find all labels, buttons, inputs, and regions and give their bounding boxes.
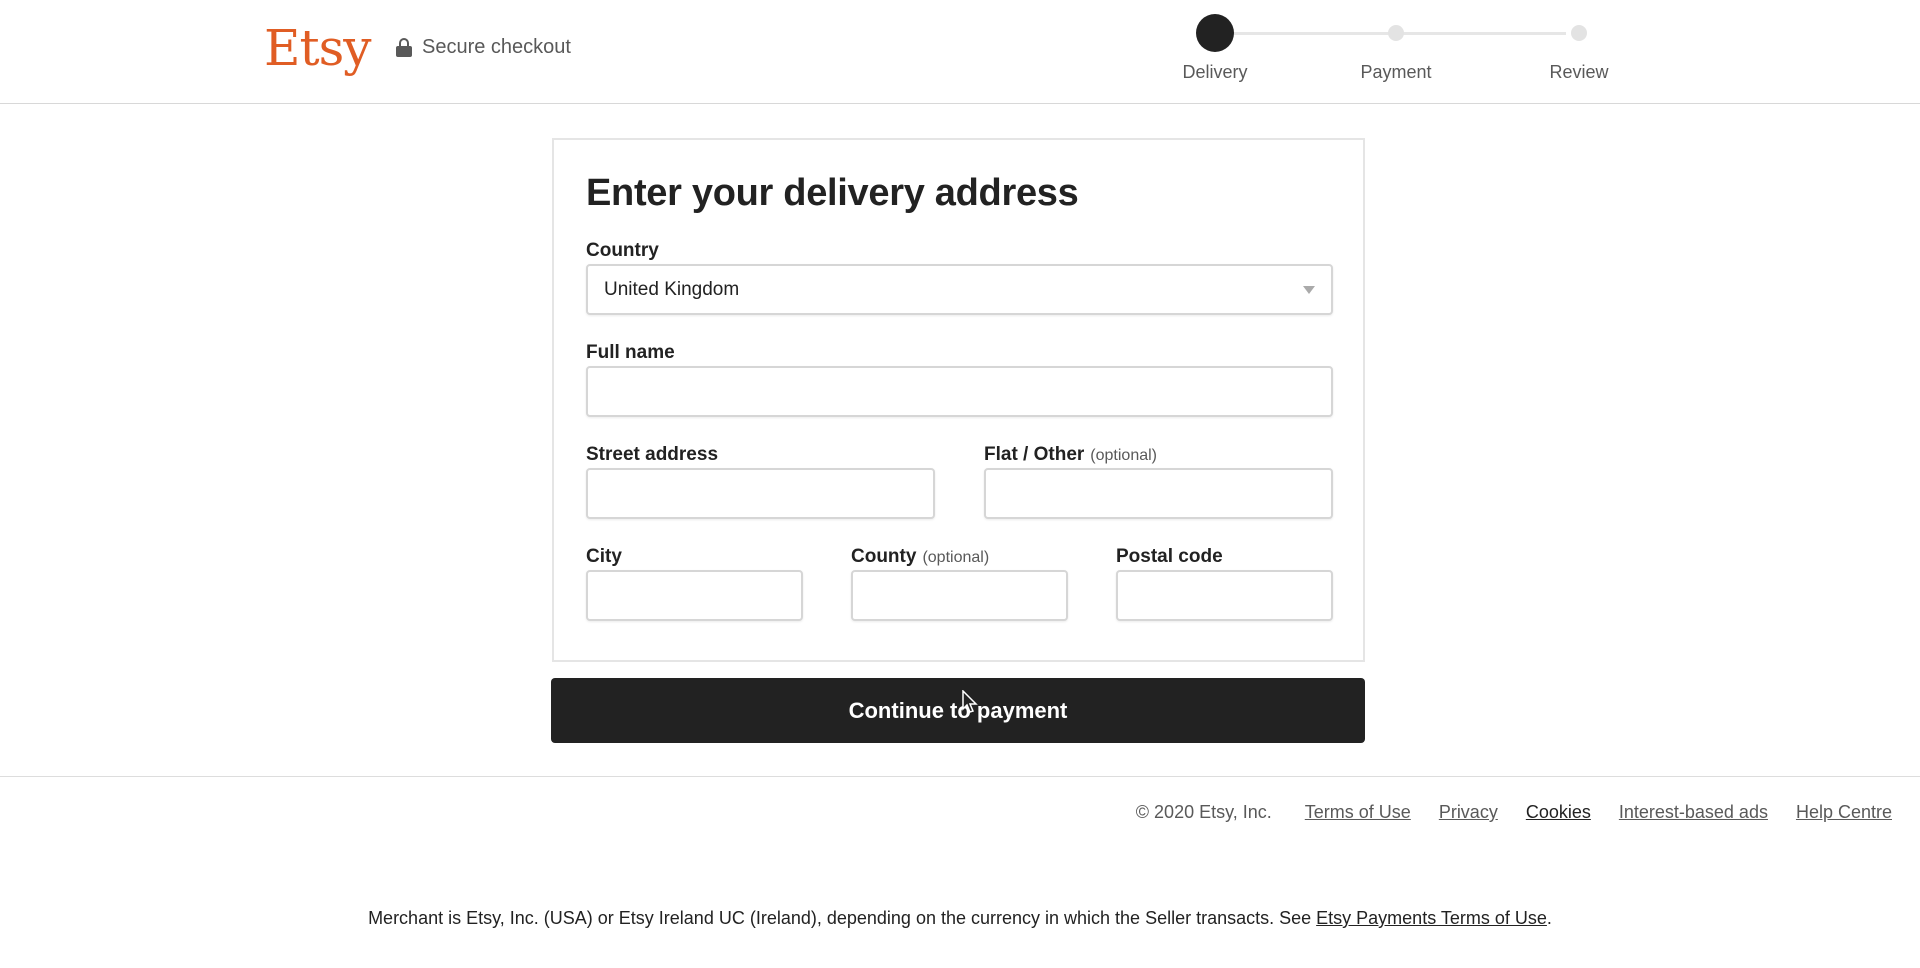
footer-divider (0, 776, 1920, 777)
flat-other-label-text: Flat / Other (984, 444, 1085, 465)
chevron-down-icon (1303, 286, 1315, 294)
delivery-address-card: Enter your delivery address Country Unit… (552, 138, 1365, 662)
flat-other-label: Flat / Other (optional) (984, 444, 1157, 466)
country-value: United Kingdom (604, 278, 740, 300)
flat-other-input[interactable] (984, 468, 1333, 519)
county-label-text: County (851, 546, 917, 567)
county-input[interactable] (851, 570, 1068, 621)
lock-icon (396, 37, 412, 58)
step-dot-delivery (1196, 14, 1234, 52)
street-address-label: Street address (586, 444, 718, 466)
country-select[interactable]: United Kingdom (586, 264, 1333, 315)
city-label: City (586, 546, 622, 567)
postal-code-label: Postal code (1116, 546, 1223, 567)
street-address-label-text: Street address (586, 444, 719, 465)
cookies-link[interactable]: Cookies (1526, 802, 1591, 823)
merchant-text: Merchant is Etsy, Inc. (USA) or Etsy Ire… (368, 908, 1317, 928)
optional-hint: (optional) (1090, 447, 1157, 464)
copyright: © 2020 Etsy, Inc. (1135, 802, 1272, 822)
continue-to-payment-button[interactable]: Continue to payment (551, 678, 1365, 743)
checkout-header: Etsy Secure checkout Delivery Payment Re… (0, 0, 1920, 104)
secure-checkout: Secure checkout (396, 36, 571, 59)
county-label: County (optional) (851, 546, 989, 568)
street-address-input[interactable] (586, 468, 935, 519)
help-centre-link[interactable]: Help Centre (1796, 802, 1892, 823)
page-title: Enter your delivery address (586, 172, 1079, 214)
footer-links: © 2020 Etsy, Inc. Terms of Use Privacy C… (1136, 802, 1892, 823)
step-label-review: Review (1549, 62, 1609, 82)
full-name-label: Full name (586, 342, 675, 363)
city-input[interactable] (586, 570, 803, 621)
secure-checkout-label: Secure checkout (422, 36, 571, 58)
merchant-notice: Merchant is Etsy, Inc. (USA) or Etsy Ire… (0, 908, 1920, 929)
checkout-stepper: Delivery Payment Review (1170, 14, 1620, 84)
step-dot-payment (1388, 25, 1404, 41)
step-label-payment: Payment (1360, 62, 1432, 82)
full-name-input[interactable] (586, 366, 1333, 417)
step-label-delivery: Delivery (1182, 62, 1248, 82)
terms-of-use-link[interactable]: Terms of Use (1305, 802, 1411, 823)
country-label: Country (586, 240, 659, 261)
optional-hint: (optional) (922, 549, 990, 566)
postal-code-input[interactable] (1116, 570, 1333, 621)
interest-based-ads-link[interactable]: Interest-based ads (1619, 802, 1768, 823)
etsy-logo[interactable]: Etsy (264, 18, 371, 78)
mouse-cursor-icon (962, 690, 978, 713)
step-dot-review (1571, 25, 1587, 41)
privacy-link[interactable]: Privacy (1439, 802, 1498, 823)
merchant-end: . (1546, 908, 1552, 928)
etsy-payments-terms-link[interactable]: Etsy Payments Terms of Use (1316, 908, 1547, 928)
